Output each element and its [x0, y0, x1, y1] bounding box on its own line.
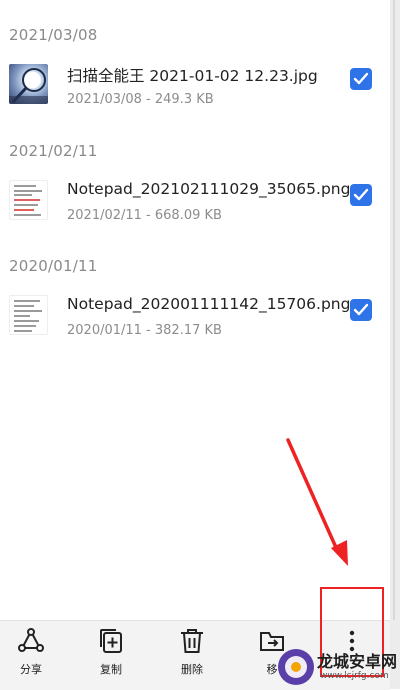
- file-meta: 2021/03/08 - 249.3 KB: [67, 92, 214, 107]
- selected-checkbox[interactable]: [350, 299, 372, 321]
- watermark-title: 龙城安卓网: [317, 652, 398, 671]
- document-thumbnail: [9, 180, 48, 220]
- delete-label: 删除: [181, 663, 203, 676]
- file-meta: 2021/02/11 - 668.09 KB: [67, 208, 222, 223]
- file-name: Notepad_202102111029_35065.png: [67, 180, 351, 198]
- file-name: Notepad_202001111142_15706.png: [67, 295, 351, 313]
- group-date-header: 2020/01/11: [9, 257, 98, 275]
- file-row[interactable]: Notepad_202001111142_15706.png 2020/01/1…: [0, 295, 390, 365]
- check-icon: [353, 72, 369, 85]
- group-date-header: 2021/03/08: [9, 26, 98, 44]
- file-row[interactable]: Notepad_202102111029_35065.png 2021/02/1…: [0, 180, 390, 250]
- photo-thumbnail: [9, 64, 48, 104]
- file-name: 扫描全能王 2021-01-02 12.23.jpg: [67, 67, 318, 85]
- watermark-logo-icon: [278, 649, 314, 685]
- trash-icon: [181, 629, 203, 653]
- copy-label: 复制: [100, 663, 122, 676]
- file-row[interactable]: 扫描全能王 2021-01-02 12.23.jpg 2021/03/08 - …: [0, 64, 390, 134]
- share-label: 分享: [20, 663, 42, 676]
- file-meta: 2020/01/11 - 382.17 KB: [67, 323, 222, 338]
- scroll-indicator[interactable]: [390, 0, 400, 689]
- check-icon: [353, 188, 369, 201]
- copy-button[interactable]: 复制: [81, 627, 141, 677]
- selected-checkbox[interactable]: [350, 184, 372, 206]
- share-button[interactable]: 分享: [1, 627, 61, 677]
- copy-icon: [100, 629, 122, 653]
- selected-checkbox[interactable]: [350, 68, 372, 90]
- site-watermark: 龙城安卓网 www.lcjrfg.com: [278, 647, 398, 689]
- group-date-header: 2021/02/11: [9, 142, 98, 160]
- watermark-url: www.lcjrfg.com: [320, 671, 389, 681]
- delete-button[interactable]: 删除: [162, 627, 222, 677]
- share-icon: [18, 628, 44, 652]
- document-thumbnail: [9, 295, 48, 335]
- check-icon: [353, 303, 369, 316]
